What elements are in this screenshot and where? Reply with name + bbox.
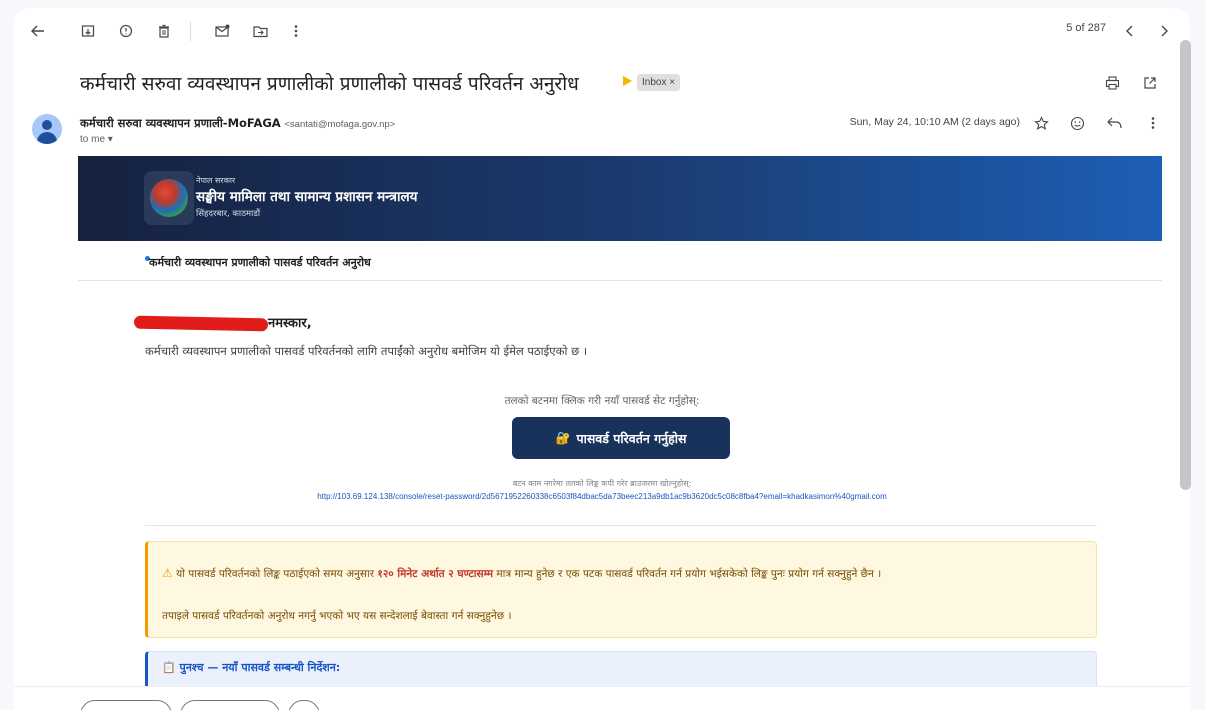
open-new-window-button[interactable]: [1139, 72, 1161, 94]
pager-count: 5 of 287: [1066, 22, 1106, 34]
button-instruction: तलको बटनमा क्लिक गरी नयाँ पासवर्ड सेट गर…: [504, 395, 700, 407]
sender-line: कर्मचारी सरुवा व्यवस्थापन प्रणाली-MoFAGA…: [80, 116, 395, 131]
warning-validity: १२० मिनेट अर्थात २ घण्टासम्म: [377, 568, 494, 580]
mark-unread-button[interactable]: [210, 19, 234, 43]
print-button[interactable]: [1101, 72, 1123, 94]
back-button[interactable]: [26, 19, 50, 43]
forward-pill-button[interactable]: [180, 700, 280, 710]
nepal-emblem-icon: [144, 171, 194, 225]
more-button[interactable]: [284, 19, 308, 43]
warning-line-2: तपाइले पासवर्ड परिवर्तनको अनुरोध नगर्नु …: [162, 610, 512, 622]
chevron-right-icon: [1161, 25, 1168, 37]
reset-password-link[interactable]: http://103.69.124.138/console/reset-pass…: [14, 492, 1190, 501]
arrow-left-icon: [31, 25, 44, 37]
change-password-button[interactable]: 🔐 पासवर्ड परिवर्तन गर्नुहोस: [512, 417, 730, 459]
report-spam-button[interactable]: [114, 19, 138, 43]
folder-move-icon: [252, 26, 268, 38]
toolbar-divider: [190, 21, 191, 41]
banner-government: नेपाल सरकार: [196, 176, 236, 185]
delete-button[interactable]: [152, 19, 176, 43]
chevron-left-icon: [1126, 25, 1133, 37]
message-more-button[interactable]: [1142, 112, 1164, 134]
banner-ministry-title: सङ्घीय मामिला तथा सामान्य प्रशासन मन्त्र…: [196, 189, 418, 205]
reply-icon: [1106, 117, 1122, 129]
more-vert-icon: [1151, 117, 1155, 129]
ministry-banner: नेपाल सरकार सङ्घीय मामिला तथा सामान्य प्…: [78, 156, 1162, 241]
importance-marker-icon[interactable]: [623, 76, 632, 86]
warning-line-1-pre: यो पासवर्ड परिवर्तनको लिङ्क पठाईएको समय …: [176, 568, 375, 580]
ps-title: 📋 पुनश्च — नयाँ पासवर्ड सम्बन्धी निर्देश…: [162, 661, 341, 674]
archive-icon: [81, 25, 95, 37]
ps-box: 📋 पुनश्च — नयाँ पासवर्ड सम्बन्धी निर्देश…: [145, 651, 1097, 691]
star-icon: [1033, 115, 1049, 130]
change-password-label: पासवर्ड परिवर्तन गर्नुहोस: [576, 430, 687, 446]
email-subheading: कर्मचारी व्यवस्थापन प्रणालीको पासवर्ड पर…: [149, 256, 371, 269]
trash-icon: [159, 24, 169, 38]
newer-button[interactable]: [1118, 19, 1142, 43]
emoji-react-button[interactable]: [1066, 112, 1088, 134]
email-subject: कर्मचारी सरुवा व्यवस्थापन प्रणालीको प्रण…: [80, 73, 579, 95]
open-in-new-icon: [1144, 77, 1156, 89]
divider: [78, 280, 1162, 281]
inbox-label-chip[interactable]: Inbox ×: [637, 74, 681, 91]
lock-key-icon: 🔐: [555, 431, 571, 445]
older-button[interactable]: [1152, 19, 1176, 43]
warning-icon: ⚠: [162, 566, 173, 580]
emoji-icon: [1070, 116, 1084, 130]
reply-pill-button[interactable]: [80, 700, 172, 710]
email-date: Sun, May 24, 10:10 AM (2 days ago): [849, 116, 1020, 128]
toolbar: 5 of 287: [14, 8, 1190, 54]
star-button[interactable]: [1030, 112, 1052, 134]
redaction-mark: [133, 315, 269, 332]
avatar-body-shape: [37, 132, 57, 144]
intro-paragraph: कर्मचारी व्यवस्थापन प्रणालीको पासवर्ड पर…: [145, 344, 588, 358]
move-to-button[interactable]: [248, 19, 272, 43]
warning-line-1: ⚠ यो पासवर्ड परिवर्तनको लिङ्क पठाईएको सम…: [162, 566, 881, 581]
divider: [145, 525, 1097, 526]
archive-button[interactable]: [76, 19, 100, 43]
avatar-head-shape: [42, 120, 52, 130]
mail-unread-icon: [214, 24, 229, 37]
sender-name[interactable]: कर्मचारी सरुवा व्यवस्थापन प्रणाली-MoFAGA: [80, 116, 281, 130]
sender-email: <santati@mofaga.gov.np>: [284, 119, 396, 130]
warning-box: ⚠ यो पासवर्ड परिवर्तनको लिङ्क पठाईएको सम…: [145, 541, 1097, 638]
warning-line-1-post: मात्र मान्य हुनेछ र एक पटक पासवर्ड परिवर…: [496, 568, 882, 580]
greeting: नमस्कार,: [268, 316, 312, 331]
emblem-graphic: [150, 179, 188, 217]
print-icon: [1105, 76, 1119, 90]
recipients-toggle[interactable]: to me ▾: [80, 134, 113, 145]
sender-avatar[interactable]: [32, 114, 62, 144]
scrollbar[interactable]: [1180, 40, 1191, 490]
report-icon: [119, 24, 133, 38]
banner-address: सिंहदरबार, काठमाडौं: [196, 209, 261, 219]
reply-button[interactable]: [1103, 112, 1125, 134]
fallback-instruction: बटन काम नगरेमा तलको लिङ्क कपी गरेर ब्राउ…: [512, 479, 692, 488]
email-view: 5 of 287 कर्मचारी सरुवा व्यवस्थापन प्रणा…: [14, 8, 1190, 710]
more-vert-icon: [294, 25, 298, 37]
